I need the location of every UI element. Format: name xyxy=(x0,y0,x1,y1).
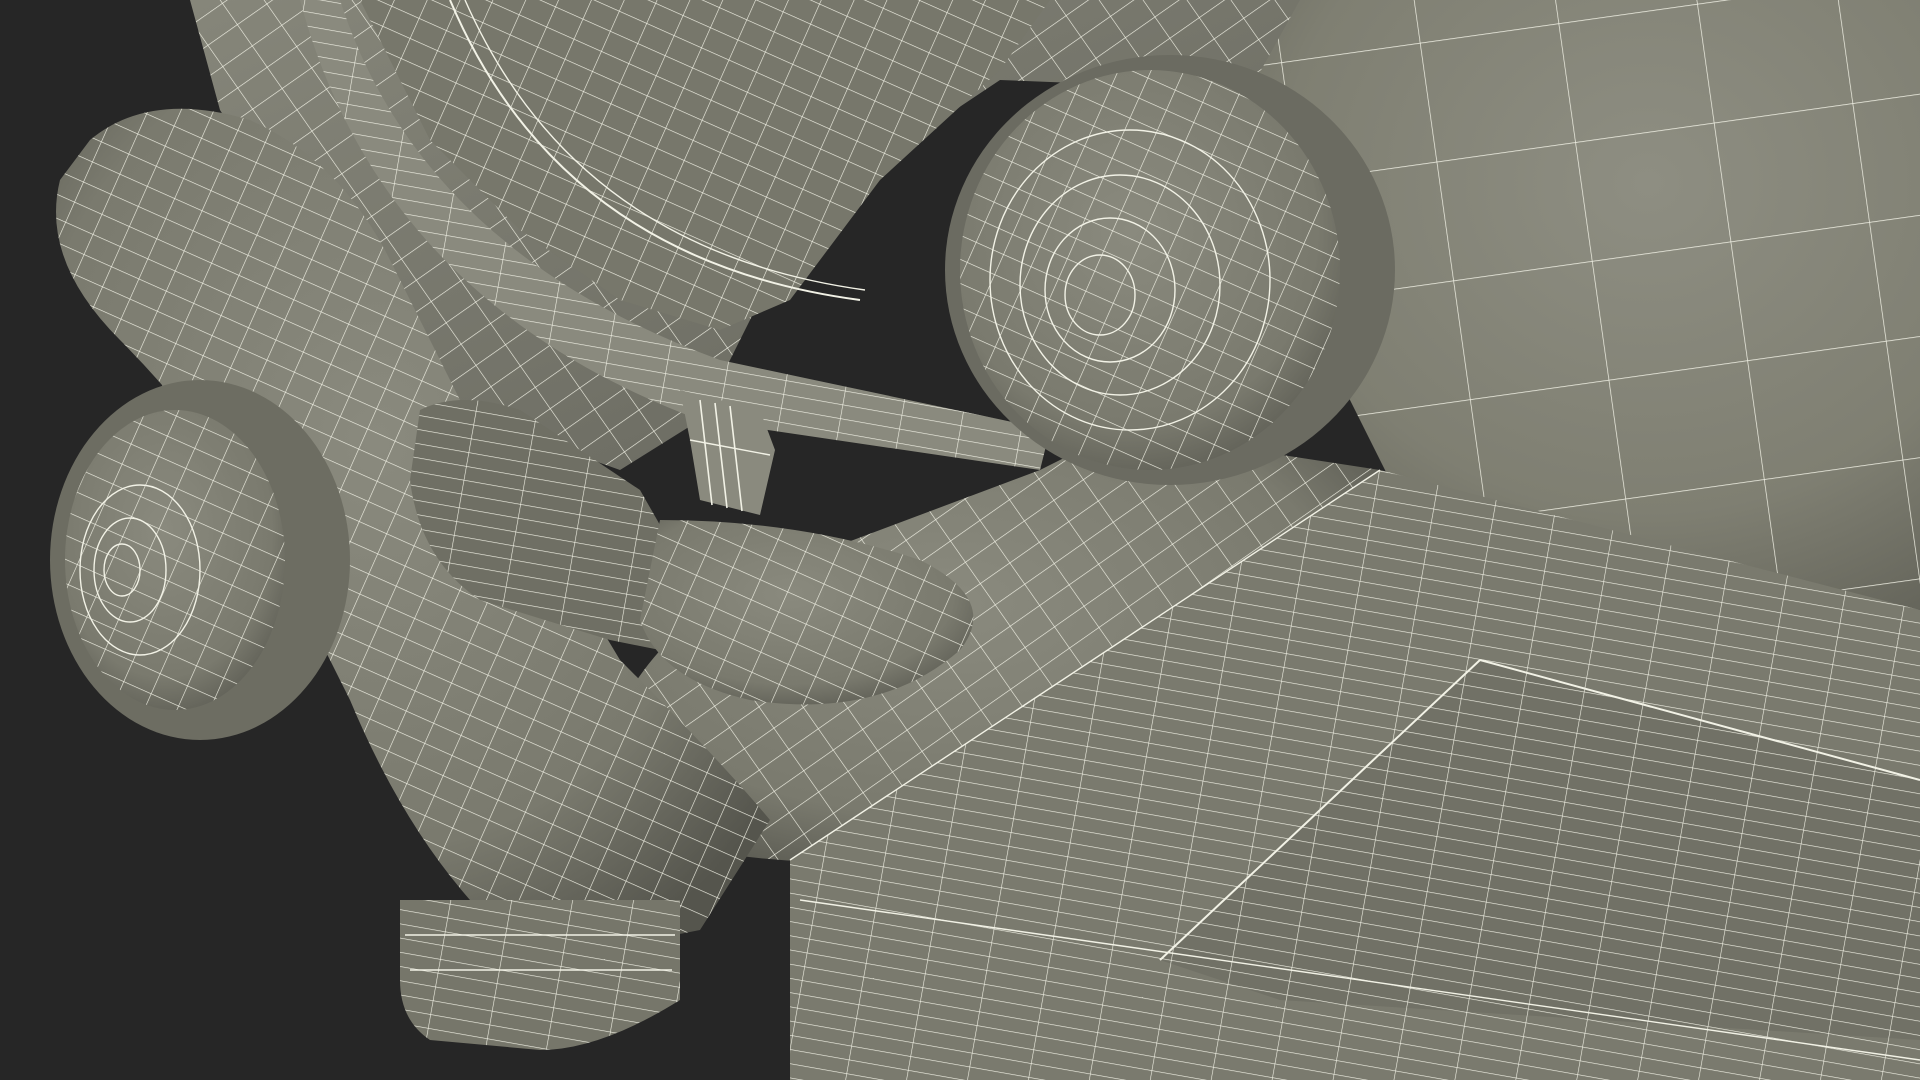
3d-viewport[interactable] xyxy=(0,0,1920,1080)
right-round-cap xyxy=(945,55,1395,485)
left-round-cap xyxy=(50,380,350,740)
wireframe-render xyxy=(0,0,1920,1080)
